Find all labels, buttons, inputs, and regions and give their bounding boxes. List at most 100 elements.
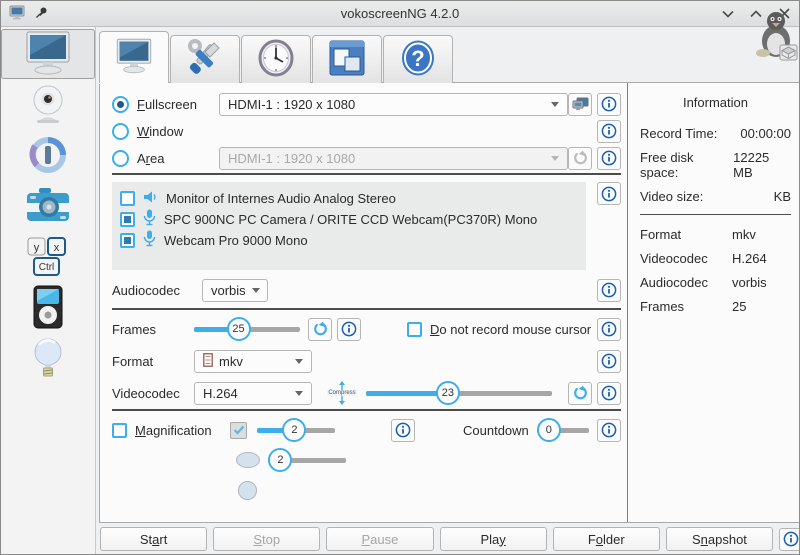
audio-device-list: Monitor of Internes Audio Analog Stereo … — [112, 182, 586, 270]
info-panel-title: Information — [640, 95, 791, 110]
frames-info-button[interactable] — [337, 318, 361, 341]
tab-help[interactable]: ? — [383, 35, 453, 83]
svg-text:Ctrl: Ctrl — [39, 262, 55, 273]
compress-reset-button[interactable] — [568, 382, 592, 405]
format-info-button[interactable] — [597, 350, 621, 373]
audiocodec-select[interactable]: vorbis — [202, 279, 268, 302]
magnifier-ellipse-slider-handle[interactable]: 2 — [268, 448, 292, 472]
magnifier-ellipse-slider[interactable]: 2 — [268, 448, 346, 472]
svg-text:y: y — [34, 242, 40, 254]
tab-timer[interactable] — [241, 35, 311, 83]
windows-icon — [328, 39, 366, 80]
magnification-info-button[interactable] — [391, 419, 415, 442]
separator — [112, 173, 621, 175]
folder-button[interactable]: Folder — [553, 527, 660, 551]
window-radio[interactable] — [112, 123, 129, 140]
snapshot-button[interactable]: Snapshot — [666, 527, 773, 551]
format-select[interactable]: mkv — [194, 350, 312, 373]
tab-screen[interactable] — [99, 31, 169, 83]
sidebar-item-help[interactable] — [1, 335, 95, 385]
magnifier-rect-slider[interactable]: 2 — [257, 418, 335, 442]
area-info-button[interactable] — [597, 147, 621, 170]
video-size-row: Video size:KB — [640, 189, 791, 204]
frames-reset-button[interactable] — [308, 318, 332, 341]
magnifier-circle-option[interactable] — [238, 481, 257, 500]
pin-icon[interactable] — [35, 6, 48, 22]
countdown-slider-handle[interactable]: 0 — [537, 418, 561, 442]
frames-slider-handle[interactable]: 25 — [227, 317, 251, 341]
format-info-row: Formatmkv — [640, 227, 791, 242]
magnification-label: Magnification — [135, 423, 230, 438]
videocodec-info-button[interactable] — [597, 382, 621, 405]
camera-icon — [25, 187, 71, 228]
sidebar-item-record-toggle[interactable] — [1, 131, 95, 181]
start-button[interactable]: Start — [100, 527, 207, 551]
audio-info-button[interactable] — [597, 182, 621, 205]
hotkeys-icon: y x Ctrl — [22, 235, 74, 282]
screen-tab-page: Fullscreen HDMI-1 : 1920 x 1080 — [99, 82, 800, 523]
audio-device-checkbox[interactable] — [120, 191, 135, 206]
area-radio[interactable] — [112, 150, 129, 167]
clock-icon — [257, 38, 295, 81]
sidebar-item-snapshot[interactable] — [1, 182, 95, 232]
microphone-icon — [143, 209, 156, 229]
compress-slider[interactable]: 23 — [366, 381, 552, 405]
audiocodec-label: Audiocodec — [112, 283, 202, 298]
audio-device-row[interactable]: Webcam Pro 9000 Mono — [120, 230, 578, 250]
audiocodec-info-row: Audiocodecvorbis — [640, 275, 791, 290]
audio-device-row[interactable]: SPC 900NC PC Camera / ORITE CCD Webcam(P… — [120, 209, 578, 229]
sidebar-item-webcam[interactable] — [1, 80, 95, 130]
magnifier-ellipse-option[interactable] — [236, 452, 260, 468]
identify-screens-button[interactable] — [568, 93, 592, 116]
sidebar-item-shortcuts[interactable]: y x Ctrl — [1, 233, 95, 283]
videocodec-select[interactable]: H.264 — [194, 382, 312, 405]
action-button-bar: Start Stop Pause Play Folder Snapshot — [99, 523, 800, 555]
tools-icon — [186, 39, 224, 80]
cursor-info-button[interactable] — [597, 318, 621, 341]
app-window: vokoscreenNG 4.2.0 — [0, 0, 800, 555]
frames-label: Frames — [112, 322, 194, 337]
videocodec-label: Videocodec — [112, 386, 194, 401]
window-title: vokoscreenNG 4.2.0 — [1, 6, 799, 21]
svg-text:?: ? — [411, 46, 424, 71]
countdown-info-button[interactable] — [597, 419, 621, 442]
sidebar-item-player[interactable] — [1, 284, 95, 334]
compress-slider-handle[interactable]: 23 — [436, 381, 460, 405]
tux-logo — [754, 9, 800, 64]
buttons-info-button[interactable] — [779, 528, 800, 551]
audio-device-checkbox[interactable] — [120, 233, 135, 248]
magnification-checkbox[interactable] — [112, 423, 127, 438]
area-display-select: HDMI-1 : 1920 x 1080 — [219, 147, 568, 170]
record-time-row: Record Time:00:00:00 — [640, 126, 791, 141]
shade-icon[interactable] — [721, 7, 735, 21]
audio-device-label: SPC 900NC PC Camera / ORITE CCD Webcam(P… — [164, 212, 537, 227]
monitor-icon — [114, 38, 154, 77]
audio-device-row[interactable]: Monitor of Internes Audio Analog Stereo — [120, 188, 578, 208]
fullscreen-display-select[interactable]: HDMI-1 : 1920 x 1080 — [219, 93, 568, 116]
frames-info-row: Frames25 — [640, 299, 791, 314]
chevron-down-icon — [551, 156, 559, 161]
tab-window[interactable] — [312, 35, 382, 83]
webcam-icon — [27, 83, 69, 128]
pause-button: Pause — [326, 527, 433, 551]
hide-cursor-label: Do not record mouse cursor — [430, 322, 591, 337]
play-button[interactable]: Play — [440, 527, 547, 551]
tab-settings[interactable] — [170, 35, 240, 83]
chevron-down-icon — [252, 288, 260, 293]
area-label: Area — [137, 151, 219, 166]
frames-slider[interactable]: 25 — [194, 317, 300, 341]
fullscreen-radio[interactable] — [112, 96, 129, 113]
audiocodec-info-button[interactable] — [597, 279, 621, 302]
audio-device-checkbox[interactable] — [120, 212, 135, 227]
window-info-button[interactable] — [597, 120, 621, 143]
countdown-slider[interactable]: 0 — [537, 418, 589, 442]
fullscreen-label: Fullscreen — [137, 97, 219, 112]
fullscreen-info-button[interactable] — [597, 93, 621, 116]
magnifier-rect-option[interactable] — [230, 422, 247, 439]
app-icon — [9, 5, 25, 23]
sidebar-item-screen[interactable] — [1, 29, 95, 79]
chevron-down-icon — [551, 102, 559, 107]
hide-cursor-checkbox[interactable] — [407, 322, 422, 337]
magnifier-rect-slider-handle[interactable]: 2 — [282, 418, 306, 442]
separator — [112, 409, 621, 411]
